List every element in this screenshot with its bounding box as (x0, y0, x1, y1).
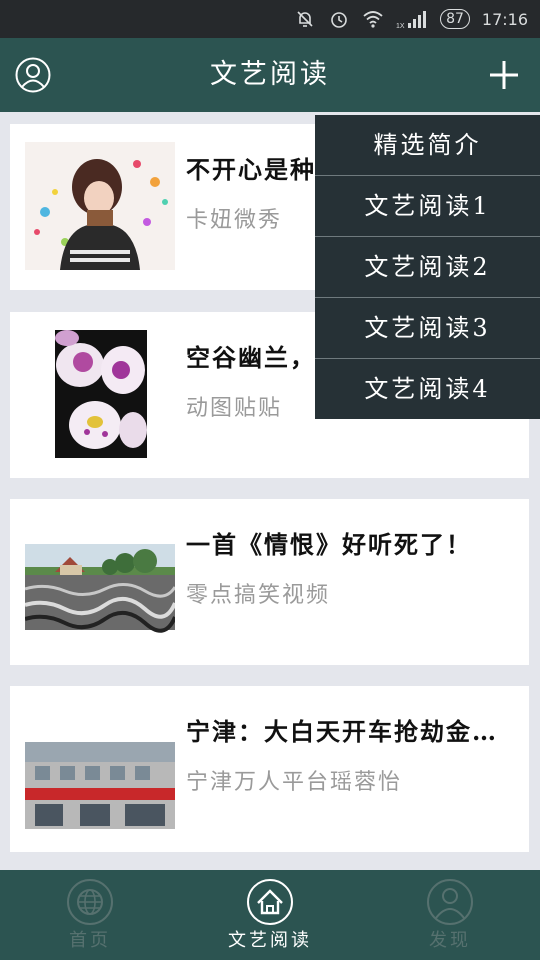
nav-label: 首页 (69, 930, 111, 951)
article-source: 卡妞微秀 (186, 208, 283, 233)
article-source: 零点搞笑视频 (186, 583, 331, 608)
app-bar: 文艺阅读 (0, 38, 540, 112)
list-item[interactable]: 一首《情恨》好听死了！ 零点搞笑视频 (10, 499, 529, 665)
alarm-icon (328, 8, 350, 30)
svg-text:1X: 1X (396, 23, 405, 29)
list-item[interactable]: 宁津：大白天开车抢劫金… 宁津万人平台瑶蓉怡 (10, 686, 529, 852)
article-thumbnail (25, 142, 175, 270)
plus-icon[interactable] (486, 57, 522, 93)
menu-item-reading-4[interactable]: 文艺阅读4 (315, 359, 540, 419)
home-icon (246, 878, 294, 926)
menu-item-reading-2[interactable]: 文艺阅读2 (315, 237, 540, 298)
article-thumbnail (24, 517, 177, 645)
menu-item-reading-3[interactable]: 文艺阅读3 (315, 298, 540, 359)
article-title: 不开心是种 (186, 155, 316, 184)
article-title: 一首《情恨》好听死了！ (186, 530, 472, 559)
profile-icon (426, 878, 474, 926)
page-title: 文艺阅读 (210, 59, 330, 90)
clock: 17:16 (481, 9, 528, 29)
signal-icon: 1X (396, 8, 428, 30)
nav-item-reading[interactable]: 文艺阅读 (180, 870, 360, 960)
menu-item-featured[interactable]: 精选简介 (315, 115, 540, 176)
article-title: 宁津：大白天开车抢劫金… (186, 717, 498, 746)
menu-item-reading-1[interactable]: 文艺阅读1 (315, 176, 540, 237)
article-thumbnail (25, 330, 175, 465)
battery-indicator: 87 (440, 9, 470, 29)
nav-label: 发现 (429, 930, 471, 951)
nav-item-home[interactable]: 首页 (0, 870, 180, 960)
globe-icon (66, 878, 114, 926)
article-thumbnail (25, 704, 175, 832)
wifi-icon (362, 8, 384, 30)
status-bar: 1X 87 17:16 (0, 0, 540, 38)
dropdown-menu: 精选简介 文艺阅读1 文艺阅读2 文艺阅读3 文艺阅读4 (315, 115, 540, 419)
article-title: 空谷幽兰， (186, 343, 316, 372)
article-source: 宁津万人平台瑶蓉怡 (186, 770, 403, 795)
nav-item-discover[interactable]: 发现 (360, 870, 540, 960)
bottom-nav: 首页 文艺阅读 发现 (0, 870, 540, 960)
nav-label: 文艺阅读 (228, 930, 312, 951)
article-source: 动图贴贴 (186, 396, 283, 421)
mute-bell-icon (294, 8, 316, 30)
